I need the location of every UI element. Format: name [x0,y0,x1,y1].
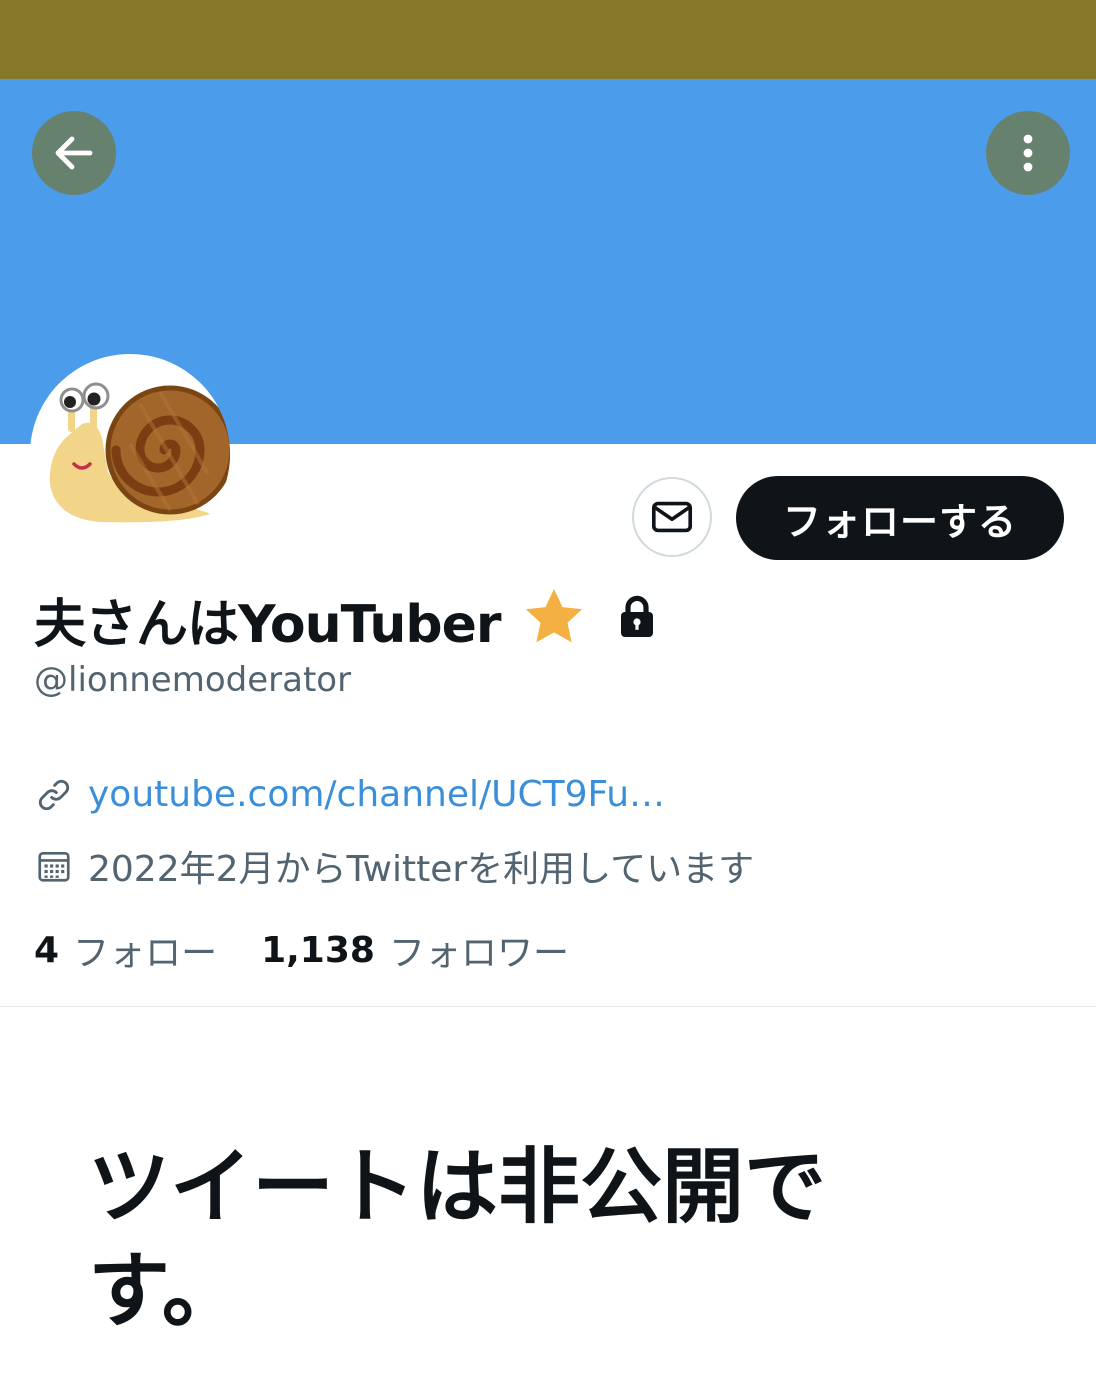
divider [0,1006,1096,1007]
calendar-icon [34,846,74,886]
arrow-left-icon [55,136,93,170]
display-name: 夫さんはYouTuber [34,594,502,655]
website-link[interactable]: youtube.com/channel/UCT9Fu… [88,774,665,815]
snail-icon [33,357,230,551]
star-icon [521,584,587,654]
more-options-button[interactable] [986,111,1070,195]
following-label: フォロー [73,933,218,974]
followers-label: フォロワー [388,933,569,974]
followers-link[interactable]: 1,138 フォロワー [261,924,569,976]
user-handle: @lionnemoderator [34,660,352,700]
link-icon [34,775,74,815]
private-account-message: ツイートは非公開です。 [88,1140,827,1339]
more-vertical-icon [1023,134,1033,172]
envelope-icon [651,501,693,533]
back-button[interactable] [32,111,116,195]
avatar[interactable] [30,354,230,554]
joined-date: 2022年2月からTwitterを利用しています [88,849,755,890]
joined-row: 2022年2月からTwitterを利用しています [34,840,754,892]
following-link[interactable]: 4 フォロー [34,924,217,976]
follow-stats: 4 フォロー 1,138 フォロワー [34,924,569,976]
status-strip [0,0,1096,79]
following-count: 4 [34,929,60,971]
website-row: youtube.com/channel/UCT9Fu… [34,774,665,815]
message-button[interactable] [632,477,712,557]
followers-count: 1,138 [261,929,375,971]
follow-button[interactable]: フォローする [736,476,1064,560]
name-row: 夫さんはYouTuber [34,584,661,655]
lock-icon [613,593,661,645]
